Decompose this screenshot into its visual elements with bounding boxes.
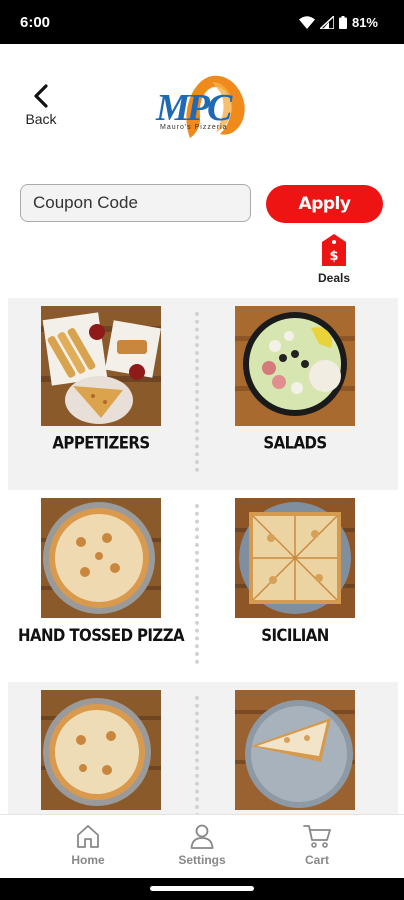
nav-home[interactable]: Home [48,823,128,867]
nav-settings-label: Settings [178,853,226,867]
category-label: SALADS [263,432,327,454]
hand-tossed-pizza-photo [41,498,161,618]
bottom-nav: Home Settings Cart [0,814,404,878]
category-label: SICILIAN [261,624,329,646]
deals-button[interactable]: $ Deals [313,234,355,285]
nav-settings[interactable]: Settings [162,823,242,867]
status-icons: 81% [298,14,378,30]
nav-cart-label: Cart [304,853,329,867]
status-time: 6:00 [20,13,51,31]
back-button[interactable]: Back [20,84,62,134]
svg-text:$: $ [329,249,338,264]
signal-icon [319,15,334,29]
wifi-icon [298,15,315,29]
category-row: APPETIZERS SALADS [8,298,398,490]
back-label: Back [25,111,57,127]
chevron-left-icon [34,84,48,108]
sicilian-photo [235,498,355,618]
category-card-hand-tossed-pizza[interactable]: HAND TOSSED PIZZA [18,490,185,682]
cart-icon [303,825,331,848]
category-grid: APPETIZERS SALADS HAND TOSSED PIZZA SICI… [0,298,404,874]
category-label: APPETIZERS [52,432,150,454]
category-card-salads[interactable]: SALADS [214,298,374,490]
pizza-slice-photo [235,690,355,810]
column-divider [195,504,201,664]
coupon-code-input[interactable] [20,184,251,222]
status-bar: 6:00 81% [0,0,404,44]
category-card-appetizers[interactable]: APPETIZERS [20,298,180,490]
header: Back MPC Mauro's Pizzeria [0,44,404,164]
category-row: HAND TOSSED PIZZA SICILIAN [8,490,398,682]
app-screen: Back MPC Mauro's Pizzeria Apply $ Deals [0,44,404,878]
price-tag-dollar-icon: $ [322,234,346,266]
column-divider [195,312,201,472]
appetizers-photo [41,306,161,426]
home-icon [77,825,99,848]
category-label: HAND TOSSED PIZZA [18,624,185,646]
logo: MPC Mauro's Pizzeria [150,72,254,144]
salads-photo [235,306,355,426]
battery-percent: 81% [351,14,378,30]
gesture-area [0,878,404,900]
coupon-row: Apply [0,184,404,224]
battery-icon [338,15,347,29]
gesture-handle[interactable] [150,886,254,891]
nav-cart[interactable]: Cart [277,823,357,867]
apply-button[interactable]: Apply [266,185,383,223]
pizza-photo [41,690,161,810]
category-card-sicilian[interactable]: SICILIAN [214,490,374,682]
logo-subtitle: Mauro's Pizzeria [160,124,228,131]
deals-label: Deals [317,271,351,285]
user-icon [190,824,214,849]
nav-home-label: Home [71,853,105,867]
